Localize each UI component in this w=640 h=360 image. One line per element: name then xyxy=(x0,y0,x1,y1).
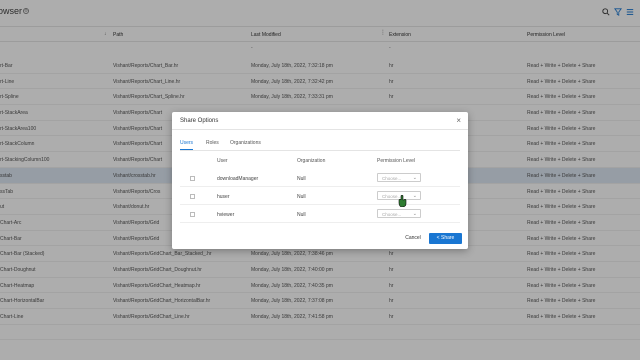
user-row: downloadManager Null Choose... ⌄ xyxy=(180,170,460,187)
user-row: huser Null Choose... ⌄ xyxy=(180,188,460,205)
divider xyxy=(172,129,468,130)
user-name: downloadManager xyxy=(217,176,259,182)
share-button[interactable]: < Share xyxy=(429,233,462,244)
user-organization: Null xyxy=(297,176,306,182)
share-dialog: Share Options × Users Roles Organization… xyxy=(172,112,468,249)
tab-bar: Users Roles Organizations xyxy=(180,139,460,151)
user-checkbox[interactable] xyxy=(190,212,195,217)
user-name: hviewer xyxy=(217,212,235,218)
cursor-icon xyxy=(398,195,407,207)
user-organization: Null xyxy=(297,194,306,200)
user-checkbox[interactable] xyxy=(190,194,195,199)
tab-users[interactable]: Users xyxy=(180,140,194,150)
tab-organizations[interactable]: Organizations xyxy=(230,140,261,146)
dialog-title: Share Options xyxy=(180,118,219,124)
tab-roles[interactable]: Roles xyxy=(206,140,219,146)
chevron-down-icon: ⌄ xyxy=(412,193,417,199)
close-icon[interactable]: × xyxy=(456,116,461,125)
cancel-button[interactable]: Cancel xyxy=(401,233,425,244)
user-checkbox[interactable] xyxy=(190,176,195,181)
column-organization: Organization xyxy=(297,158,326,164)
permission-select-placeholder: Choose... xyxy=(382,176,402,181)
permission-select[interactable]: Choose... ⌄ xyxy=(377,173,421,182)
share-icon: < xyxy=(436,235,440,241)
user-row: hviewer Null Choose... ⌄ xyxy=(180,206,460,223)
column-permission: Permission Level xyxy=(377,158,416,164)
chevron-down-icon: ⌄ xyxy=(412,211,417,217)
chevron-down-icon: ⌄ xyxy=(412,175,417,181)
column-user: User xyxy=(217,158,228,164)
user-organization: Null xyxy=(297,212,306,218)
user-name: huser xyxy=(217,194,230,200)
share-button-label: Share xyxy=(440,235,455,241)
permission-select[interactable]: Choose... ⌄ xyxy=(377,209,421,218)
permission-select-placeholder: Choose... xyxy=(382,212,402,217)
